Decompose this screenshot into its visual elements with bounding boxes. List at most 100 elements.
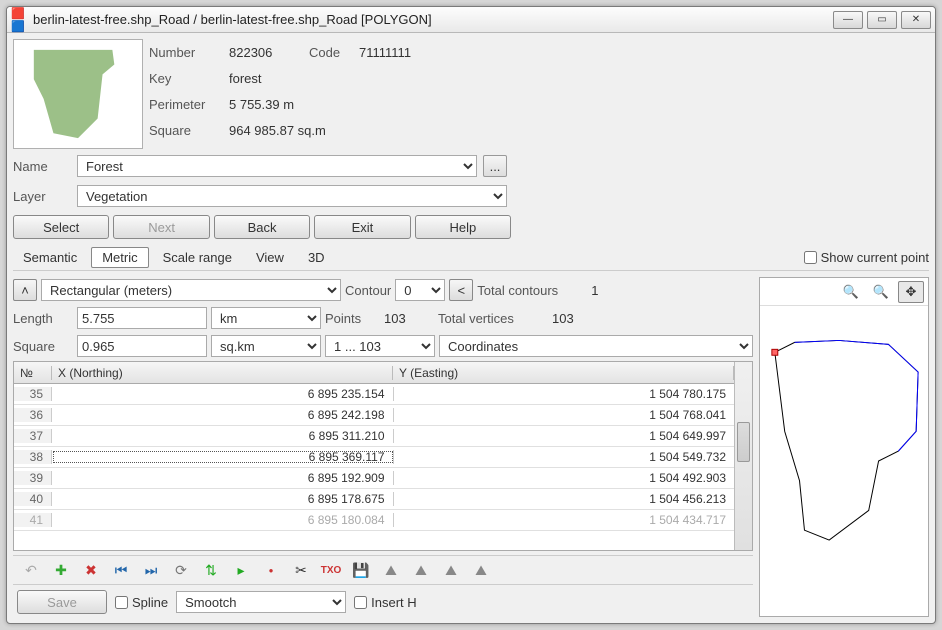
total-contours-value: 1 — [591, 283, 598, 298]
length-unit-select[interactable]: km — [211, 307, 321, 329]
cell-x[interactable]: 6 895 369.117 — [52, 450, 394, 464]
cell-x[interactable]: 6 895 192.909 — [52, 471, 394, 485]
show-current-point-check[interactable]: Show current point — [804, 250, 929, 265]
zoom-out-icon[interactable]: 🔍 — [868, 281, 894, 303]
contour-prev-button[interactable]: < — [449, 279, 473, 301]
table-row[interactable]: 386 895 369.1171 504 549.732 — [14, 447, 734, 468]
save-icon[interactable]: 💾 — [351, 560, 371, 580]
level1-icon[interactable]: ⛰ — [381, 560, 401, 580]
cell-y[interactable]: 1 504 768.041 — [394, 408, 735, 422]
length-input[interactable] — [77, 307, 207, 329]
square-unit-select[interactable]: sq.km — [211, 335, 321, 357]
square-input[interactable] — [77, 335, 207, 357]
table-row[interactable]: 366 895 242.1981 504 768.041 — [14, 405, 734, 426]
reload-icon[interactable]: ⟳ — [171, 560, 191, 580]
save-button[interactable]: Save — [17, 590, 107, 614]
back-button[interactable]: Back — [214, 215, 310, 239]
level2-icon[interactable]: ⛰ — [411, 560, 431, 580]
table-scrollbar[interactable] — [734, 362, 752, 550]
square-metric-label: Square — [13, 339, 73, 354]
close-button[interactable]: ✕ — [901, 11, 931, 29]
minimize-button[interactable]: — — [833, 11, 863, 29]
select-button[interactable]: Select — [13, 215, 109, 239]
cut-icon[interactable]: ✂ — [291, 560, 311, 580]
cell-y[interactable]: 1 504 780.175 — [394, 387, 735, 401]
cell-y[interactable]: 1 504 434.717 — [394, 513, 735, 527]
next-button[interactable]: Next — [113, 215, 209, 239]
name-browse-button[interactable]: ... — [483, 155, 507, 177]
preview-canvas[interactable] — [760, 306, 928, 616]
titlebar[interactable]: 🟥🟦 berlin-latest-free.shp_Road / berlin-… — [7, 7, 935, 33]
maximize-button[interactable]: ▭ — [867, 11, 897, 29]
play-icon[interactable]: ▸ — [231, 560, 251, 580]
range-select[interactable]: 1 ... 103 — [325, 335, 435, 357]
cell-y[interactable]: 1 504 456.213 — [394, 492, 735, 506]
perimeter-label: Perimeter — [149, 97, 229, 112]
spline-check[interactable]: Spline — [115, 595, 168, 610]
contour-select[interactable]: 0 — [395, 279, 445, 301]
table-row[interactable]: 406 895 178.6751 504 456.213 — [14, 489, 734, 510]
col-num[interactable]: № — [14, 366, 52, 380]
points-label: Points — [325, 311, 380, 326]
help-button[interactable]: Help — [415, 215, 511, 239]
table-row[interactable]: 356 895 235.1541 504 780.175 — [14, 384, 734, 405]
name-select[interactable]: Forest — [77, 155, 477, 177]
contour-label: Contour — [345, 283, 391, 298]
layer-select[interactable]: Vegetation — [77, 185, 507, 207]
cell-num: 35 — [14, 387, 52, 401]
total-vertices-label: Total vertices — [438, 311, 548, 326]
square-value: 964 985.87 sq.m — [229, 123, 326, 138]
pan-icon[interactable]: ✥ — [898, 281, 924, 303]
tab-metric[interactable]: Metric — [91, 247, 148, 268]
cell-x[interactable]: 6 895 235.154 — [52, 387, 394, 401]
coordinates-table[interactable]: № X (Northing) Y (Easting) 356 895 235.1… — [14, 362, 734, 550]
key-label: Key — [149, 71, 229, 86]
smooth-select[interactable]: Smootch — [176, 591, 346, 613]
sync-icon[interactable]: ⇅ — [201, 560, 221, 580]
key-value: forest — [229, 71, 262, 86]
tab-scale-range[interactable]: Scale range — [153, 248, 242, 267]
cell-x[interactable]: 6 895 311.210 — [52, 429, 394, 443]
add-point-icon[interactable]: ✚ — [51, 560, 71, 580]
collapse-button[interactable]: ˄ — [13, 279, 37, 301]
table-row[interactable]: 396 895 192.9091 504 492.903 — [14, 468, 734, 489]
edit-toolbar: ↶ ✚ ✖ ⏮ ⏭ ⟳ ⇅ ▸ ● ✂ TXO 💾 ⛰ ⛰ ⛰ ⛰ — [13, 555, 753, 585]
txo-icon[interactable]: TXO — [321, 560, 341, 580]
table-row[interactable]: 376 895 311.2101 504 649.997 — [14, 426, 734, 447]
cell-num: 36 — [14, 408, 52, 422]
name-label: Name — [13, 159, 71, 174]
level4-icon[interactable]: ⛰ — [471, 560, 491, 580]
cell-num: 37 — [14, 429, 52, 443]
total-vertices-value: 103 — [552, 311, 574, 326]
code-value: 71111111 — [359, 45, 411, 60]
zoom-in-icon[interactable]: 🔍 — [838, 281, 864, 303]
cell-x[interactable]: 6 895 180.084 — [52, 513, 394, 527]
col-x[interactable]: X (Northing) — [52, 366, 393, 380]
coordinates-select[interactable]: Coordinates — [439, 335, 753, 357]
last-icon[interactable]: ⏭ — [141, 560, 161, 580]
first-icon[interactable]: ⏮ — [111, 560, 131, 580]
table-row[interactable]: 416 895 180.0841 504 434.717 — [14, 510, 734, 531]
col-y[interactable]: Y (Easting) — [393, 366, 734, 380]
tab-semantic[interactable]: Semantic — [13, 248, 87, 267]
square-label: Square — [149, 123, 229, 138]
cell-x[interactable]: 6 895 242.198 — [52, 408, 394, 422]
level3-icon[interactable]: ⛰ — [441, 560, 461, 580]
cell-y[interactable]: 1 504 549.732 — [394, 450, 735, 464]
cell-num: 39 — [14, 471, 52, 485]
record-icon[interactable]: ● — [261, 560, 281, 580]
coord-system-select[interactable]: Rectangular (meters) — [41, 279, 341, 301]
tab-3d[interactable]: 3D — [298, 248, 335, 267]
cell-num: 40 — [14, 492, 52, 506]
cell-y[interactable]: 1 504 649.997 — [394, 429, 735, 443]
points-value: 103 — [384, 311, 434, 326]
delete-point-icon[interactable]: ✖ — [81, 560, 101, 580]
shape-thumbnail — [13, 39, 143, 149]
cell-y[interactable]: 1 504 492.903 — [394, 471, 735, 485]
undo-icon[interactable]: ↶ — [21, 560, 41, 580]
insert-h-check[interactable]: Insert H — [354, 595, 417, 610]
tab-view[interactable]: View — [246, 248, 294, 267]
exit-button[interactable]: Exit — [314, 215, 410, 239]
preview-panel: 🔍 🔍 ✥ — [759, 277, 929, 617]
cell-x[interactable]: 6 895 178.675 — [52, 492, 394, 506]
